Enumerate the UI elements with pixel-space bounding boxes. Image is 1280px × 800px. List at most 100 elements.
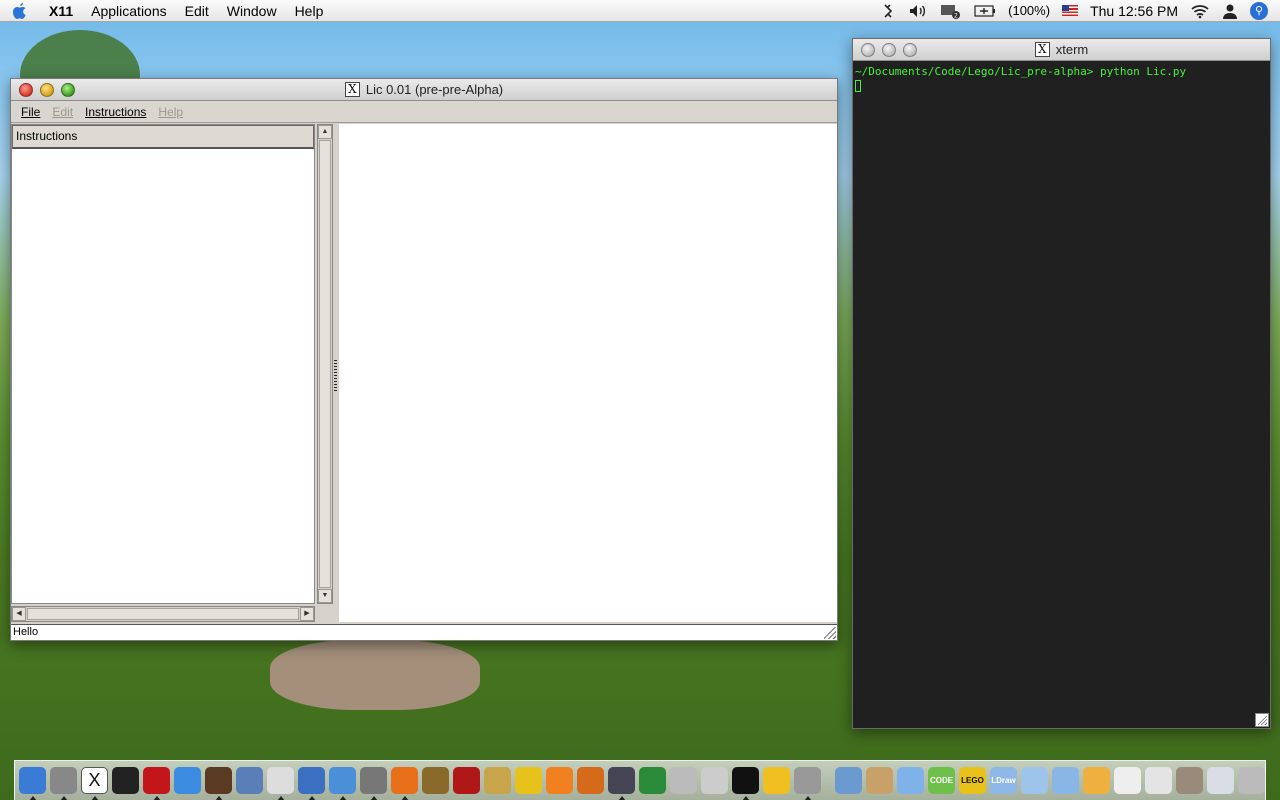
menu-instructions[interactable]: Instructions	[79, 105, 152, 119]
x11-window-icon: X	[1034, 42, 1050, 57]
acorn-dock-item[interactable]	[421, 765, 450, 797]
ldview-dock-item[interactable]	[514, 765, 543, 797]
red-hat-dock-item[interactable]	[142, 765, 171, 800]
apple-icon[interactable]	[0, 0, 40, 22]
slide-dock-item[interactable]	[576, 765, 605, 797]
itunes-dock-item[interactable]	[173, 765, 202, 797]
utility-dock-item[interactable]	[793, 765, 822, 800]
menubar: X11 Applications Edit Window Help 2 (100…	[0, 0, 1280, 22]
instructions-canvas[interactable]	[339, 124, 837, 622]
splitter-grip-icon[interactable]	[334, 360, 337, 392]
scratch-dock-item[interactable]	[545, 765, 574, 797]
applications-folder-dock-item[interactable]	[834, 765, 863, 797]
drive-dock-item[interactable]	[1175, 765, 1204, 797]
downloads-dock-item[interactable]	[1082, 765, 1111, 797]
horizontal-scroll-thumb[interactable]	[27, 608, 299, 620]
finder-dock-item[interactable]	[18, 765, 47, 800]
pen-dock-item[interactable]	[607, 765, 636, 800]
tree-column-header[interactable]: Instructions	[12, 125, 314, 149]
ldraw-folder-icon: LDraw	[990, 767, 1017, 794]
docs-folder-dock-item[interactable]	[1020, 765, 1049, 797]
textedit-dock-item[interactable]	[266, 765, 295, 800]
terminal-icon	[112, 767, 139, 794]
menu-help[interactable]: Help	[286, 0, 333, 22]
lic-window-title: Lic 0.01 (pre-pre-Alpha)	[365, 82, 504, 97]
clock[interactable]: Thu 12:56 PM	[1090, 3, 1178, 19]
cow-dock-item[interactable]	[731, 765, 760, 800]
dashboard-dock-item[interactable]	[49, 765, 78, 800]
red-hat-icon	[143, 767, 170, 794]
close-button[interactable]	[19, 83, 33, 97]
instructions-tree[interactable]: Instructions	[11, 124, 315, 604]
safari-dock-item[interactable]	[328, 765, 357, 800]
xterm-minimize-button[interactable]	[882, 43, 896, 57]
folder-dock-item[interactable]	[896, 765, 925, 797]
folder-icon	[897, 767, 924, 794]
drive-icon	[1176, 767, 1203, 794]
scroll-up-arrow-icon[interactable]: ▲	[318, 125, 332, 139]
documents-icon	[1207, 767, 1234, 794]
flag-icon[interactable]	[1062, 5, 1079, 16]
menu-edit[interactable]: Edit	[176, 0, 218, 22]
duck-dock-item[interactable]	[762, 765, 791, 797]
ldraw-folder-dock-item[interactable]: LDraw	[989, 765, 1018, 797]
preview-dock-item[interactable]	[235, 765, 264, 797]
dock-stacks: CODE LEGO LDraw	[833, 765, 1267, 797]
menu-file[interactable]: File	[15, 105, 46, 119]
status-text: Hello	[13, 626, 39, 638]
code-folder-dock-item[interactable]: CODE	[927, 765, 956, 797]
menu-app-name[interactable]: X11	[40, 0, 82, 22]
spaces-icon[interactable]: 2	[940, 3, 962, 19]
tools-dock-item[interactable]	[359, 765, 388, 800]
scroll-left-arrow-icon[interactable]: ◀	[12, 607, 26, 621]
scroll-right-arrow-icon[interactable]: ▶	[300, 607, 314, 621]
xterm-zoom-button[interactable]	[903, 43, 917, 57]
menu-applications[interactable]: Applications	[82, 0, 176, 22]
minimize-button[interactable]	[40, 83, 54, 97]
glasses-dock-item[interactable]	[669, 765, 698, 797]
wifi-icon[interactable]	[1190, 3, 1210, 19]
preview-icon	[236, 767, 263, 794]
q-folder-dock-item[interactable]	[1051, 765, 1080, 797]
xterm-close-button[interactable]	[861, 43, 875, 57]
lic-titlebar[interactable]: X Lic 0.01 (pre-pre-Alpha)	[11, 79, 837, 101]
paper-dock-item[interactable]	[700, 765, 729, 797]
photobooth-dock-item[interactable]	[452, 765, 481, 797]
vertical-scroll-thumb[interactable]	[319, 140, 331, 588]
menu-help-disabled: Help	[158, 104, 184, 119]
menu-window[interactable]: Window	[218, 0, 286, 22]
user-icon[interactable]	[1222, 3, 1238, 19]
quicksilver-icon	[298, 767, 325, 794]
x11-dock-item[interactable]: X	[80, 765, 109, 800]
tree-vertical-scrollbar[interactable]: ▲ ▼	[317, 124, 333, 604]
mail-dock-item[interactable]	[1113, 765, 1142, 797]
itunes-icon	[174, 767, 201, 794]
iphoto-dock-item[interactable]	[204, 765, 233, 800]
trash-dock-item[interactable]	[1237, 765, 1266, 797]
quicksilver-dock-item[interactable]	[297, 765, 326, 800]
pen-icon	[608, 767, 635, 794]
spotlight-icon[interactable]: ⚲	[1250, 1, 1268, 20]
xterm-titlebar[interactable]: X xterm	[853, 39, 1270, 61]
documents-dock-item[interactable]	[1206, 765, 1235, 797]
volume-icon[interactable]	[908, 3, 928, 19]
home-dock-item[interactable]	[865, 765, 894, 797]
book-dock-item[interactable]	[483, 765, 512, 797]
zoom-button[interactable]	[61, 83, 75, 97]
firefox-dock-item[interactable]	[390, 765, 419, 800]
xterm-resize-grip-icon[interactable]	[1255, 713, 1269, 727]
sync-icon[interactable]	[882, 3, 896, 19]
battery-icon[interactable]	[974, 4, 996, 17]
letter-dock-item[interactable]	[1144, 765, 1173, 797]
lego-folder-dock-item[interactable]: LEGO	[958, 765, 987, 797]
chart-dock-item[interactable]	[638, 765, 667, 797]
terminal-output[interactable]: ~/Documents/Code/Lego/Lic_pre-alpha> pyt…	[853, 62, 1270, 728]
battery-percent[interactable]: (100%)	[1008, 3, 1050, 18]
resize-grip-icon[interactable]	[824, 627, 836, 639]
utility-icon	[794, 767, 821, 794]
tree-horizontal-scrollbar[interactable]: ◀ ▶	[11, 606, 315, 622]
scroll-down-arrow-icon[interactable]: ▼	[318, 589, 332, 603]
xterm-window: X xterm ~/Documents/Code/Lego/Lic_pre-al…	[852, 38, 1271, 729]
terminal-dock-item[interactable]	[111, 765, 140, 797]
xterm-window-title: xterm	[1055, 42, 1089, 57]
